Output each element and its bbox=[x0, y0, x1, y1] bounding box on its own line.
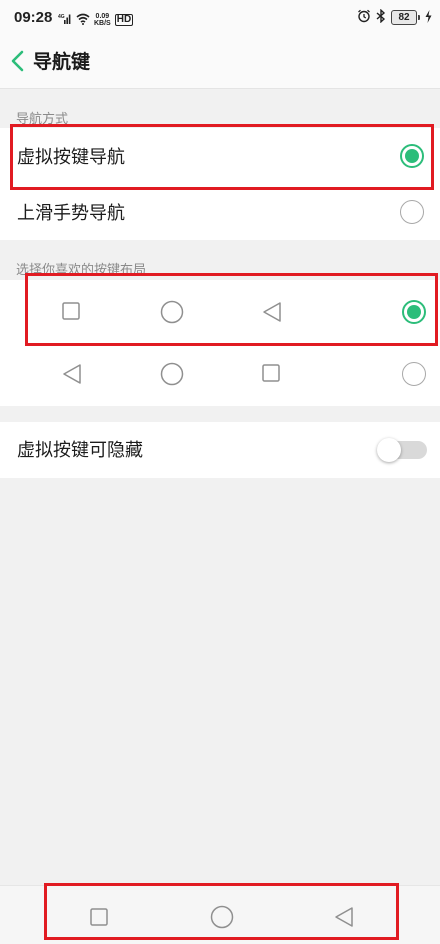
option-swipe-gesture-navigation[interactable]: 上滑手势导航 bbox=[0, 184, 440, 240]
triangle-left-icon bbox=[63, 364, 81, 384]
option-virtual-key-navigation[interactable]: 虚拟按键导航 bbox=[0, 128, 440, 184]
battery-icon: 82 bbox=[391, 10, 420, 25]
section-label-navigation-mode: 导航方式 bbox=[16, 112, 69, 127]
network-speed-unit: KB/S bbox=[94, 19, 111, 27]
system-navigation-bar bbox=[0, 885, 440, 944]
hide-keys-card: 虚拟按键可隐藏 bbox=[0, 422, 440, 478]
bluetooth-icon bbox=[376, 8, 386, 27]
header: 导航键 bbox=[0, 36, 440, 89]
status-right-icons: 82 bbox=[357, 8, 432, 27]
radio-checked-icon[interactable] bbox=[400, 144, 424, 168]
triangle-left-icon bbox=[263, 302, 281, 322]
square-icon bbox=[62, 302, 80, 320]
status-left-icons: 4G 0.09 KB/S HD bbox=[58, 10, 134, 29]
hide-keys-toggle[interactable] bbox=[377, 438, 427, 462]
network-speed: 0.09 KB/S bbox=[94, 13, 111, 27]
status-time: 09:28 bbox=[14, 9, 53, 26]
charging-icon bbox=[425, 8, 432, 27]
hide-keys-label: 虚拟按键可隐藏 bbox=[17, 440, 143, 461]
status-bar: 09:28 4G 0.09 KB/S HD 82 bbox=[0, 0, 440, 36]
circle-icon bbox=[160, 362, 184, 386]
radio-checked-icon[interactable] bbox=[402, 300, 426, 324]
back-button[interactable] bbox=[8, 48, 32, 76]
home-icon[interactable] bbox=[210, 905, 234, 929]
chevron-left-icon bbox=[11, 50, 24, 72]
section-label-button-layout: 选择你喜欢的按键布局 bbox=[16, 263, 147, 278]
option-label: 上滑手势导航 bbox=[17, 203, 125, 224]
layout-option-1[interactable] bbox=[0, 282, 440, 340]
layout-option-2[interactable] bbox=[0, 344, 440, 402]
circle-icon bbox=[160, 300, 184, 324]
hd-badge: HD bbox=[114, 13, 134, 26]
back-icon[interactable] bbox=[334, 906, 354, 928]
toggle-knob bbox=[377, 438, 401, 462]
recent-apps-icon[interactable] bbox=[90, 908, 108, 926]
radio-unchecked-icon[interactable] bbox=[402, 362, 426, 386]
button-layout-card bbox=[0, 280, 440, 406]
alarm-icon bbox=[357, 8, 371, 27]
page-title: 导航键 bbox=[33, 51, 91, 73]
square-icon bbox=[262, 364, 280, 382]
radio-unchecked-icon[interactable] bbox=[400, 200, 424, 224]
battery-tip bbox=[418, 15, 420, 20]
option-label: 虚拟按键导航 bbox=[17, 147, 125, 168]
wifi-icon bbox=[76, 10, 90, 29]
hide-keys-row[interactable]: 虚拟按键可隐藏 bbox=[0, 422, 440, 478]
navigation-mode-card: 虚拟按键导航 上滑手势导航 bbox=[0, 128, 440, 240]
svg-text:4G: 4G bbox=[58, 14, 65, 20]
network-speed-value: 0.09 bbox=[95, 12, 110, 20]
signal-icon: 4G bbox=[58, 10, 72, 29]
battery-level: 82 bbox=[391, 10, 417, 25]
